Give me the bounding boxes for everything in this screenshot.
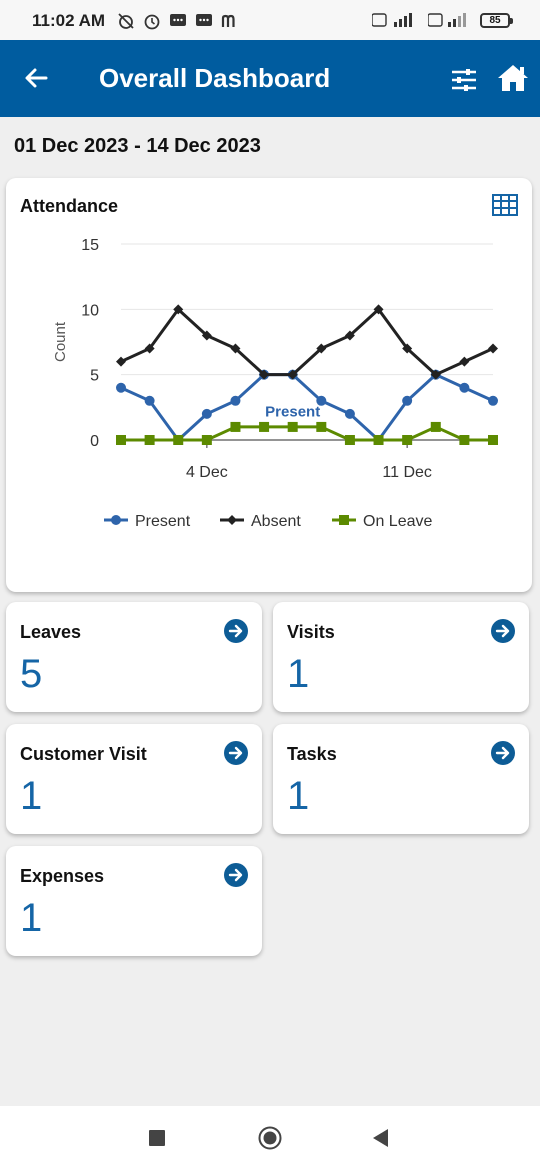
arrow-right-circle-icon[interactable] bbox=[224, 741, 248, 765]
attendance-chart: 0 5 10 15 Count 4 Dec 11 Dec Present Present Abse… bbox=[52, 237, 498, 530]
data-point-present bbox=[230, 395, 241, 406]
visits-card[interactable]: Visits 1 bbox=[273, 602, 529, 712]
data-point-present bbox=[116, 382, 126, 393]
visits-value: 1 bbox=[287, 652, 310, 696]
arrow-right-circle-icon[interactable] bbox=[224, 619, 248, 643]
data-point-on-leave bbox=[116, 435, 126, 445]
data-point-on-leave bbox=[344, 435, 355, 445]
data-point-present bbox=[201, 408, 212, 419]
data-point-present bbox=[144, 395, 155, 406]
arrow-right-circle-icon[interactable] bbox=[491, 741, 515, 765]
data-point-absent bbox=[459, 356, 470, 367]
series-line-absent bbox=[120, 307, 494, 377]
battery-icon: 85 bbox=[480, 12, 513, 28]
data-point-on-leave bbox=[201, 435, 212, 445]
arrow-right-circle-icon[interactable] bbox=[491, 619, 515, 643]
legend-label-on-leave: On Leave bbox=[363, 513, 432, 530]
visits-label: Visits bbox=[287, 622, 335, 642]
expenses-value: 1 bbox=[20, 896, 43, 940]
chart-annotation: Present bbox=[265, 403, 320, 420]
status-time: 11:02 AM bbox=[32, 11, 106, 30]
legend-label-present: Present bbox=[135, 513, 191, 530]
data-point-on-leave bbox=[430, 421, 441, 432]
data-point-on-leave bbox=[316, 421, 327, 432]
system-nav-bar bbox=[0, 1106, 540, 1170]
expenses-label: Expenses bbox=[20, 866, 105, 886]
x-tick-label: 4 Dec bbox=[186, 464, 228, 481]
leaves-label: Leaves bbox=[20, 622, 82, 642]
legend-marker-present bbox=[111, 515, 121, 525]
data-point-absent bbox=[116, 356, 126, 367]
legend-marker-on-leave bbox=[339, 515, 349, 525]
y-tick-label: 0 bbox=[90, 433, 99, 450]
system-icons: 85 bbox=[372, 10, 513, 30]
x-tick-label: 11 Dec bbox=[382, 464, 432, 481]
recent-apps-button[interactable] bbox=[149, 1130, 165, 1146]
notification-icons bbox=[116, 11, 240, 31]
data-point-on-leave bbox=[259, 421, 270, 432]
tasks-value: 1 bbox=[287, 774, 310, 818]
m-app-icon bbox=[221, 14, 235, 27]
leaves-card[interactable]: Leaves 5 bbox=[6, 602, 262, 712]
data-point-absent bbox=[488, 343, 498, 354]
legend-label-absent: Absent bbox=[251, 513, 301, 530]
data-point-on-leave bbox=[402, 435, 413, 445]
customer-visit-label: Customer Visit bbox=[20, 744, 147, 764]
y-tick-label: 5 bbox=[90, 368, 99, 385]
attendance-card: Attendance 0 5 10 15 Count 4 Dec 11 Dec Present… bbox=[6, 178, 532, 592]
filter-sliders-icon[interactable] bbox=[448, 64, 480, 96]
signal-icon bbox=[428, 13, 466, 27]
data-point-present bbox=[344, 408, 355, 419]
data-point-present bbox=[488, 395, 498, 406]
alarm-icon bbox=[144, 14, 160, 30]
leaves-value: 5 bbox=[20, 652, 43, 696]
data-point-present bbox=[459, 382, 470, 393]
data-point-on-leave bbox=[144, 435, 155, 445]
home-circle-icon[interactable] bbox=[258, 1126, 282, 1150]
customer-visit-card[interactable]: Customer Visit 1 bbox=[6, 724, 262, 834]
app-bar: Overall Dashboard bbox=[0, 40, 540, 117]
customer-visit-value: 1 bbox=[20, 774, 43, 818]
tasks-card[interactable]: Tasks 1 bbox=[273, 724, 529, 834]
signal-icon bbox=[372, 13, 412, 27]
message-icon bbox=[196, 14, 212, 26]
arrow-right-circle-icon[interactable] bbox=[224, 863, 248, 887]
status-bar: 11:02 AM 85 bbox=[0, 0, 540, 40]
message-icon bbox=[170, 14, 186, 26]
data-point-on-leave bbox=[173, 435, 184, 445]
nav-back-icon[interactable] bbox=[370, 1127, 390, 1149]
data-point-on-leave bbox=[287, 421, 298, 432]
tasks-label: Tasks bbox=[287, 744, 337, 764]
data-point-on-leave bbox=[373, 435, 384, 445]
y-tick-label: 10 bbox=[81, 302, 99, 319]
date-range: 01 Dec 2023 - 14 Dec 2023 bbox=[14, 135, 261, 157]
data-point-present bbox=[402, 395, 413, 406]
back-arrow-icon[interactable] bbox=[20, 62, 52, 94]
data-point-on-leave bbox=[230, 421, 241, 432]
y-axis-label: Count bbox=[52, 321, 69, 362]
y-tick-label: 15 bbox=[81, 237, 99, 254]
alarm-off-icon bbox=[118, 13, 134, 29]
data-point-on-leave bbox=[488, 435, 498, 445]
home-icon[interactable] bbox=[496, 62, 530, 94]
page-title: Overall Dashboard bbox=[99, 63, 331, 93]
expenses-card[interactable]: Expenses 1 bbox=[6, 846, 262, 956]
data-point-on-leave bbox=[459, 435, 470, 445]
battery-level: 85 bbox=[489, 14, 501, 26]
legend-marker-absent bbox=[227, 515, 237, 525]
